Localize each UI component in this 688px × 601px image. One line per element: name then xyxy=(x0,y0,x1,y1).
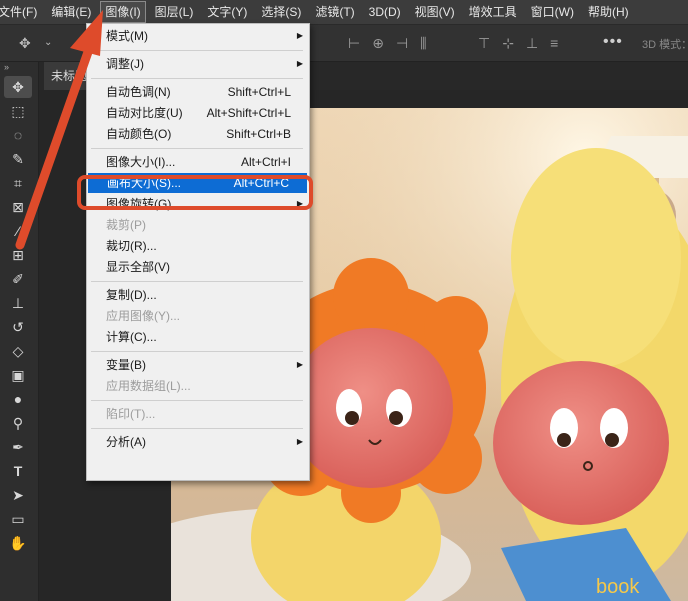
image-menu-item: 应用图像(Y)... xyxy=(87,306,309,326)
move-icon[interactable]: ✥ xyxy=(19,35,31,51)
submenu-arrow-icon: ▶ xyxy=(296,59,303,68)
align-vertical-buttons: ⊤ ⊹ ⊥ ≡ xyxy=(478,35,558,52)
eyedropper-tool-icon[interactable]: ⁄ xyxy=(4,220,32,242)
pen-tool-icon[interactable]: ✒ xyxy=(4,436,32,458)
image-menu-item[interactable]: 计算(C)... xyxy=(87,327,309,347)
move-tool-icon[interactable]: ✥ xyxy=(4,76,32,98)
menu-separator xyxy=(91,400,303,401)
menu-item-label: 图像大小(I)... xyxy=(106,155,176,169)
menu-item-label: 调整(J) xyxy=(106,57,144,71)
menu-1[interactable]: 编辑(E) xyxy=(47,2,95,22)
menu-item-label: 应用数据组(L)... xyxy=(106,379,191,393)
menu-item-label: 模式(M) xyxy=(106,29,148,43)
menu-item-label: 裁切(R)... xyxy=(106,239,157,253)
menu-5[interactable]: 选择(S) xyxy=(257,2,305,22)
menu-item-shortcut: Shift+Ctrl+L xyxy=(227,85,291,99)
image-menu-item[interactable]: 裁切(R)... xyxy=(87,236,309,256)
align-left-icon[interactable]: ⊢ xyxy=(348,35,360,52)
image-menu-item[interactable]: 分析(A) ▶ xyxy=(87,432,309,452)
annotation-highlight-box xyxy=(77,175,313,210)
image-menu-item: 陷印(T)... xyxy=(87,404,309,424)
distribute-icon[interactable]: ⫼ xyxy=(420,35,426,52)
menu-item-label: 显示全部(V) xyxy=(106,260,170,274)
menu-item-label: 变量(B) xyxy=(106,358,146,372)
image-menu-item[interactable]: 自动对比度(U) Alt+Shift+Ctrl+L xyxy=(87,103,309,123)
image-menu-item[interactable]: 变量(B) ▶ xyxy=(87,355,309,375)
distribute-v-icon[interactable]: ≡ xyxy=(550,35,558,52)
gradient-tool-icon[interactable]: ▣ xyxy=(4,364,32,386)
menu-item-label: 应用图像(Y)... xyxy=(106,309,180,323)
menu-item-label: 裁剪(P) xyxy=(106,218,146,232)
book-text: book xyxy=(596,576,640,598)
frame-tool-icon[interactable]: ⊠ xyxy=(4,196,32,218)
image-menu-item[interactable]: 复制(D)... xyxy=(87,285,309,305)
menu-separator xyxy=(91,78,303,79)
history-brush-tool-icon[interactable]: ↺ xyxy=(4,316,32,338)
menu-separator xyxy=(91,281,303,282)
menu-item-label: 自动色调(N) xyxy=(106,85,171,99)
menu-item-label: 分析(A) xyxy=(106,435,146,449)
path-select-tool-icon[interactable]: ➤ xyxy=(4,484,32,506)
align-top-icon[interactable]: ⊤ xyxy=(478,35,490,52)
tools-panel: » ✥ ⬚ ◌ ✎ ⌗ ⊠ ⁄ ⊞ ✐ ⊥ ↺ ◇ ▣ ● ⚲ ✒ T ➤ ▭ … xyxy=(0,62,39,601)
crop-tool-icon[interactable]: ⌗ xyxy=(4,172,32,194)
brush-tool-icon[interactable]: ✐ xyxy=(4,268,32,290)
collapse-toggle[interactable]: » xyxy=(0,62,38,74)
menu-2[interactable]: 图像(I) xyxy=(100,1,146,23)
chevron-down-icon[interactable]: ⌄ xyxy=(44,35,52,51)
menu-9[interactable]: 增效工具 xyxy=(465,2,521,22)
menu-item-shortcut: Alt+Ctrl+I xyxy=(240,155,291,169)
submenu-arrow-icon: ▶ xyxy=(296,437,303,446)
align-center-icon[interactable]: ⊕ xyxy=(372,35,384,52)
menu-separator xyxy=(91,50,303,51)
eraser-tool-icon[interactable]: ◇ xyxy=(4,340,32,362)
image-menu-item[interactable]: 图像大小(I)... Alt+Ctrl+I xyxy=(87,152,309,172)
3d-mode-label: 3D 模式： xyxy=(642,39,688,51)
shape-tool-icon[interactable]: ▭ xyxy=(4,508,32,530)
healing-tool-icon[interactable]: ⊞ xyxy=(4,244,32,266)
menu-item-shortcut: Alt+Shift+Ctrl+L xyxy=(206,106,291,120)
menu-0[interactable]: 文件(F) xyxy=(0,2,41,22)
menu-bar: 文件(F) 编辑(E) 图像(I) 图层(L) 文字(Y) 选择(S) 滤镜(T) 3D(D)… xyxy=(0,0,688,25)
image-menu-item: 裁剪(P) xyxy=(87,215,309,235)
align-middle-icon[interactable]: ⊹ xyxy=(502,35,514,52)
menu-separator xyxy=(91,428,303,429)
menu-item-label: 复制(D)... xyxy=(106,288,157,302)
more-options-button[interactable]: ••• xyxy=(603,33,623,51)
menu-6[interactable]: 滤镜(T) xyxy=(311,2,358,22)
image-menu-item[interactable]: 自动色调(N) Shift+Ctrl+L xyxy=(87,82,309,102)
menu-3[interactable]: 图层(L) xyxy=(151,2,198,22)
type-tool-icon[interactable]: T xyxy=(4,460,32,482)
blur-tool-icon[interactable]: ● xyxy=(4,388,32,410)
align-bottom-icon[interactable]: ⊥ xyxy=(526,35,538,52)
lasso-tool-icon[interactable]: ◌ xyxy=(4,124,32,146)
align-buttons: ⊢ ⊕ ⊣ ⫼ xyxy=(348,35,427,52)
marquee-tool-icon[interactable]: ⬚ xyxy=(4,100,32,122)
dodge-tool-icon[interactable]: ⚲ xyxy=(4,412,32,434)
menu-separator xyxy=(91,351,303,352)
menu-item-shortcut: Shift+Ctrl+B xyxy=(226,127,291,141)
menu-7[interactable]: 3D(D) xyxy=(365,2,405,22)
stamp-tool-icon[interactable]: ⊥ xyxy=(4,292,32,314)
image-menu-dropdown: 模式(M) ▶ 调整(J) ▶ 自动色调(N) Shift+Ctrl+L 自动对比度(U) A… xyxy=(86,23,310,481)
quick-select-tool-icon[interactable]: ✎ xyxy=(4,148,32,170)
image-menu-item[interactable]: 显示全部(V) xyxy=(87,257,309,277)
menu-item-label: 计算(C)... xyxy=(106,330,157,344)
menu-item-label: 陷印(T)... xyxy=(106,407,156,421)
image-menu-item[interactable]: 模式(M) ▶ xyxy=(87,26,309,46)
submenu-arrow-icon: ▶ xyxy=(296,31,303,40)
menu-separator xyxy=(91,148,303,149)
image-menu-item[interactable]: 调整(J) ▶ xyxy=(87,54,309,74)
hand-tool-icon[interactable]: ✋ xyxy=(4,532,32,554)
align-right-icon[interactable]: ⊣ xyxy=(396,35,408,52)
menu-11[interactable]: 帮助(H) xyxy=(584,2,633,22)
image-menu-item: 应用数据组(L)... xyxy=(87,376,309,396)
menu-item-label: 自动颜色(O) xyxy=(106,127,172,141)
image-menu-item[interactable]: 自动颜色(O) Shift+Ctrl+B xyxy=(87,124,309,144)
menu-10[interactable]: 窗口(W) xyxy=(527,2,578,22)
submenu-arrow-icon: ▶ xyxy=(296,360,303,369)
menu-8[interactable]: 视图(V) xyxy=(411,2,459,22)
menu-item-label: 自动对比度(U) xyxy=(106,106,183,120)
menu-4[interactable]: 文字(Y) xyxy=(203,2,251,22)
